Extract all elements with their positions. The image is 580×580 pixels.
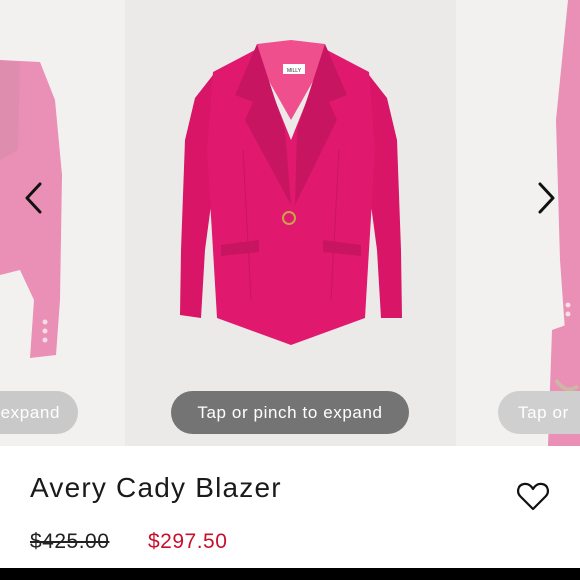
expand-hint-previous[interactable]: expand — [0, 391, 78, 434]
heart-icon — [517, 482, 549, 511]
chevron-left-icon — [25, 182, 42, 214]
blazer-front-image: MILLY — [180, 40, 402, 345]
blazer-back-image — [0, 60, 62, 358]
expand-hint-next[interactable]: Tap or — [498, 391, 580, 434]
expand-hint-label: Tap or pinch to expand — [197, 402, 383, 422]
blazer-model-image — [548, 0, 580, 446]
current-product-image[interactable]: MILLY — [125, 0, 456, 446]
previous-product-image[interactable] — [0, 0, 125, 446]
expand-hint-pill[interactable]: Tap or pinch to expand — [171, 391, 409, 434]
product-image-carousel[interactable]: MILLY expand Tap or pinch to expand Tap … — [0, 0, 580, 446]
chevron-right-icon — [538, 182, 555, 214]
bottom-bar — [0, 568, 580, 580]
previous-image-button[interactable] — [14, 178, 54, 218]
sale-price: $297.50 — [148, 530, 228, 553]
next-image-button[interactable] — [526, 178, 566, 218]
next-product-image[interactable] — [456, 0, 580, 446]
product-title: Avery Cady Blazer — [30, 472, 282, 503]
favorite-button[interactable] — [516, 480, 550, 512]
expand-hint-previous-label: expand — [0, 402, 60, 422]
original-price: $425.00 — [30, 530, 110, 553]
brand-label: MILLY — [287, 68, 302, 74]
expand-hint-next-label: Tap or — [518, 402, 569, 422]
